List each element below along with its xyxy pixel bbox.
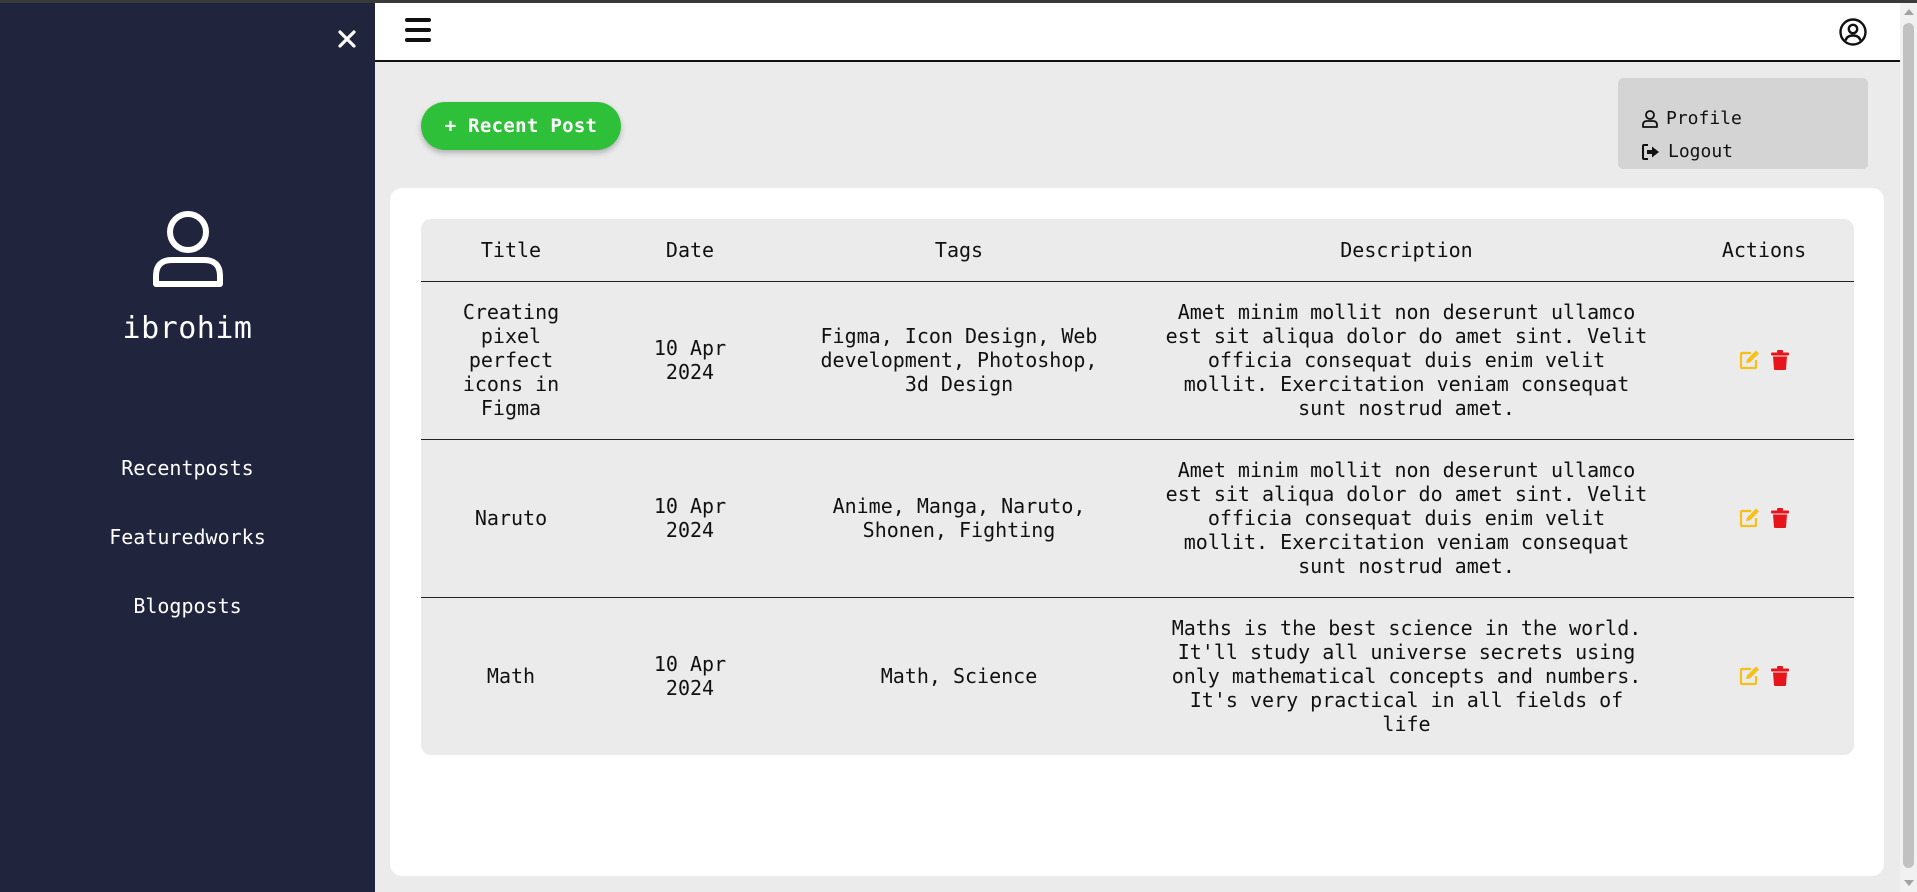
cell-date: 10 Apr 2024	[601, 439, 779, 598]
trash-icon	[1771, 508, 1789, 528]
delete-button[interactable]	[1771, 508, 1789, 528]
edit-button[interactable]	[1739, 508, 1761, 528]
dropdown-item-logout[interactable]: Logout	[1642, 135, 1868, 168]
cell-title: Math	[421, 597, 601, 755]
delete-button[interactable]	[1771, 666, 1789, 687]
post-description: Maths is the best science in the world. …	[1171, 616, 1642, 737]
person-icon	[1642, 109, 1658, 128]
post-title: Naruto	[474, 506, 548, 530]
user-circle-icon[interactable]	[1838, 17, 1868, 47]
table-row: Math 10 Apr 2024 Math, Science Maths is …	[421, 597, 1854, 755]
sidebar-item-featuredworks[interactable]: Featuredworks	[0, 502, 375, 571]
close-sidebar-button[interactable]	[333, 25, 361, 53]
close-icon	[338, 30, 356, 48]
cell-description: Maths is the best science in the world. …	[1139, 597, 1674, 755]
cell-description: Amet minim mollit non deserunt ullamco e…	[1139, 439, 1674, 598]
sidebar-nav: Recentposts Featuredworks Blogposts	[0, 433, 375, 640]
username: ibrohim	[122, 311, 253, 346]
posts-table-container: Title Date Tags Description Actions Crea…	[421, 219, 1854, 755]
delete-button[interactable]	[1771, 350, 1789, 370]
scrollbar-thumb[interactable]	[1903, 23, 1914, 868]
table-row: Naruto 10 Apr 2024 Anime, Manga, Naruto,…	[421, 439, 1854, 598]
cell-actions	[1674, 281, 1854, 440]
logout-icon	[1642, 143, 1659, 160]
trash-icon	[1771, 666, 1789, 687]
hamburger-icon[interactable]	[405, 18, 433, 44]
posts-table: Title Date Tags Description Actions Crea…	[421, 219, 1854, 755]
sidebar-item-recentposts[interactable]: Recentposts	[0, 433, 375, 502]
edit-button[interactable]	[1739, 666, 1761, 686]
column-header-description: Description	[1139, 219, 1674, 282]
table-header-row: Title Date Tags Description Actions	[421, 219, 1854, 282]
edit-button[interactable]	[1739, 350, 1761, 370]
dropdown-item-profile[interactable]: Profile	[1642, 102, 1868, 135]
post-date: 10 Apr 2024	[653, 652, 727, 701]
cell-title: Creating pixel perfect icons in Figma	[421, 281, 601, 440]
edit-icon	[1739, 350, 1759, 370]
edit-icon	[1739, 508, 1759, 528]
post-title: Math	[486, 664, 536, 689]
profile-label: Profile	[1666, 108, 1742, 129]
post-description: Amet minim mollit non deserunt ullamco e…	[1165, 458, 1648, 578]
top-header	[375, 3, 1900, 62]
scroll-up-arrow[interactable]	[1904, 9, 1914, 15]
cell-description: Amet minim mollit non deserunt ullamco e…	[1139, 281, 1674, 440]
post-date: 10 Apr 2024	[653, 494, 727, 542]
cell-tags: Anime, Manga, Naruto, Shonen, Fighting	[779, 439, 1139, 598]
post-description: Amet minim mollit non deserunt ullamco e…	[1165, 300, 1648, 420]
cell-tags: Figma, Icon Design, Web development, Pho…	[779, 281, 1139, 440]
post-title: Creating pixel perfect icons in Figma	[462, 300, 560, 420]
vertical-scrollbar[interactable]	[1900, 3, 1917, 892]
edit-icon	[1739, 666, 1759, 686]
column-header-date: Date	[601, 219, 779, 282]
cell-title: Naruto	[421, 439, 601, 598]
user-icon	[153, 211, 223, 287]
profile-dropdown: Profile Logout	[1618, 78, 1868, 169]
cell-tags: Math, Science	[779, 597, 1139, 755]
trash-icon	[1771, 350, 1789, 370]
scroll-down-arrow[interactable]	[1904, 880, 1914, 886]
cell-date: 10 Apr 2024	[601, 281, 779, 440]
sidebar: ibrohim Recentposts Featuredworks Blogpo…	[0, 3, 375, 892]
recent-post-button[interactable]: + Recent Post	[421, 102, 621, 150]
cell-date: 10 Apr 2024	[601, 597, 779, 755]
column-header-actions: Actions	[1674, 219, 1854, 282]
cell-actions	[1674, 597, 1854, 755]
column-header-tags: Tags	[779, 219, 1139, 282]
cell-actions	[1674, 439, 1854, 598]
post-tags: Figma, Icon Design, Web development, Pho…	[820, 324, 1098, 396]
column-header-title: Title	[421, 219, 601, 282]
logout-label: Logout	[1668, 141, 1734, 162]
post-tags: Math, Science	[880, 664, 1038, 689]
posts-card: Title Date Tags Description Actions Crea…	[390, 188, 1884, 876]
table-row: Creating pixel perfect icons in Figma 10…	[421, 281, 1854, 440]
post-date: 10 Apr 2024	[653, 336, 727, 384]
post-tags: Anime, Manga, Naruto, Shonen, Fighting	[832, 494, 1086, 542]
sidebar-item-blogposts[interactable]: Blogposts	[0, 571, 375, 640]
